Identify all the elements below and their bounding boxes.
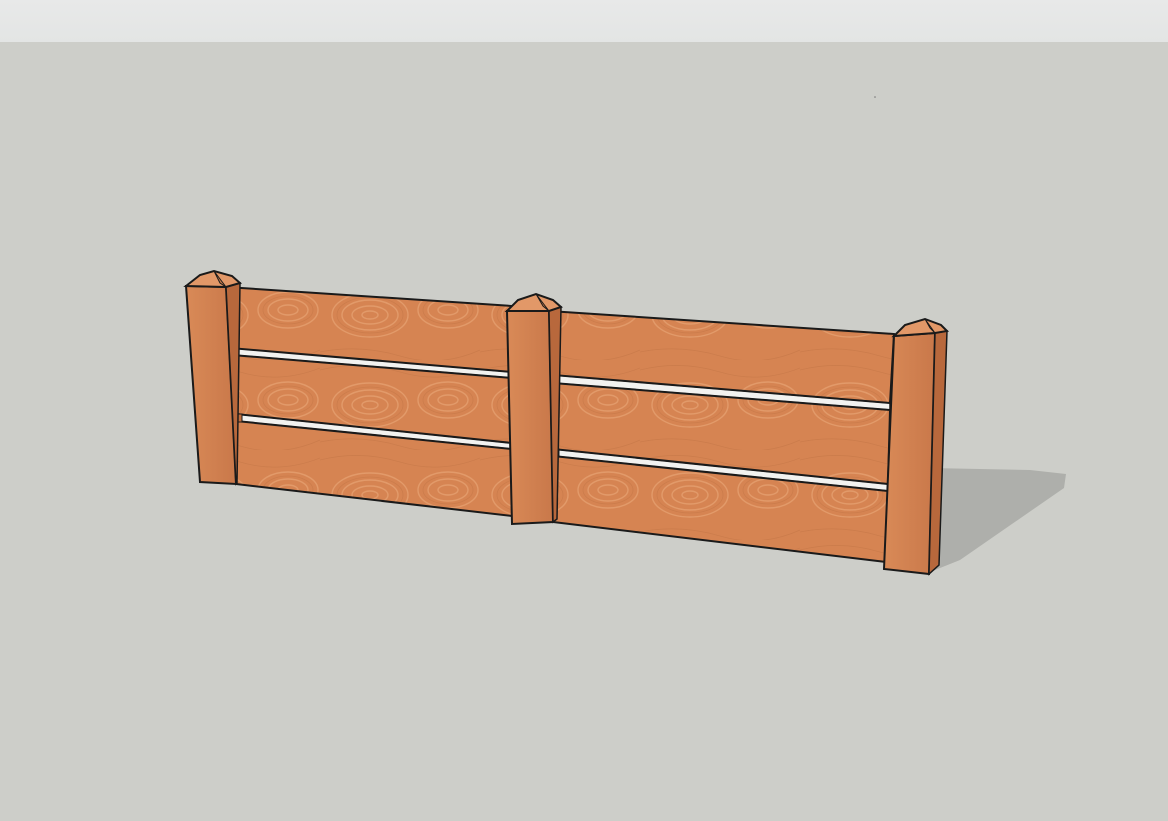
fence-model[interactable]	[0, 42, 1168, 821]
toolbar-area	[0, 0, 1168, 42]
right-panel[interactable]	[547, 309, 896, 564]
left-panel[interactable]	[224, 285, 513, 518]
post-right[interactable]	[882, 317, 950, 576]
ground-shadow	[930, 468, 1066, 572]
post-cap-middle	[504, 292, 563, 312]
post-left[interactable]	[183, 269, 243, 486]
post-middle[interactable]	[504, 292, 563, 526]
post-cap-left	[183, 269, 243, 289]
3d-viewport[interactable]	[0, 42, 1168, 821]
stray-point	[874, 96, 876, 98]
